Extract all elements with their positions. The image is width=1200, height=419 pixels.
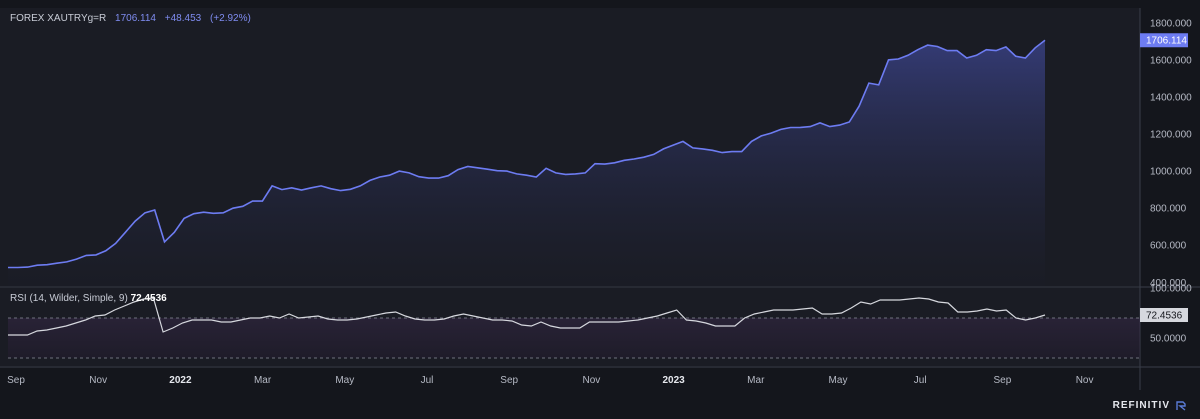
x-tick-label: Jul	[914, 375, 927, 386]
chart-svg: 1800.000 1600.000 1400.000 1200.000 1000.000…	[0, 8, 1200, 390]
price-y-tick-label: 800.000	[1150, 204, 1187, 215]
x-tick-label: Mar	[747, 375, 765, 386]
x-axis-labels: Sep Nov 2022 Mar May Jul Sep Nov 2023 Mar May Jul Se…	[7, 375, 1093, 386]
x-tick-label: Nov	[89, 375, 107, 386]
brand-name: REFINITIV	[1112, 400, 1170, 411]
chart-area: 1800.000 1600.000 1400.000 1200.000 1000.000…	[0, 0, 1200, 414]
x-tick-label: Mar	[254, 375, 272, 386]
x-tick-label: 2023	[662, 375, 685, 386]
x-tick-label: May	[829, 375, 848, 386]
x-tick-label: Sep	[994, 375, 1012, 386]
rsi-last-label: 72.4536	[1146, 311, 1183, 322]
x-tick-label: May	[335, 375, 354, 386]
price-y-tick-label: 1200.000	[1150, 130, 1192, 141]
price-change-pct: (+2.92%)	[209, 13, 251, 24]
x-tick-label: Nov	[583, 375, 601, 386]
rsi-axis-panel	[1140, 288, 1200, 366]
x-tick-label: Nov	[1076, 375, 1094, 386]
x-tick-label: Jul	[421, 375, 434, 386]
price-y-tick-label: 1400.000	[1150, 92, 1192, 103]
price-y-tick-label: 1000.000	[1150, 167, 1192, 178]
x-tick-label: 2022	[169, 375, 192, 386]
price-y-tick-label: 1600.000	[1150, 55, 1192, 66]
symbol-header: FOREX XAUTRYg=R 1706.114 +48.453 (+2.92%…	[10, 13, 251, 24]
rsi-label: RSI (14, Wilder, Simple, 9)	[10, 293, 128, 304]
x-tick-label: Sep	[7, 375, 25, 386]
last-price: 1706.114	[115, 13, 156, 24]
rsi-band	[8, 318, 1140, 358]
rsi-y-tick-label: 100.0000	[1150, 284, 1192, 295]
rsi-y-tick-label: 50.0000	[1150, 334, 1187, 345]
price-change: +48.453	[164, 13, 202, 24]
refinitiv-logo-icon	[1176, 400, 1186, 411]
brand-logo: REFINITIV	[1113, 400, 1186, 411]
rsi-header: RSI (14, Wilder, Simple, 9) 72.4536	[10, 293, 167, 304]
price-y-tick-label: 600.000	[1150, 241, 1187, 252]
price-y-tick-label: 1800.000	[1150, 18, 1192, 29]
x-tick-label: Sep	[500, 375, 518, 386]
rsi-current-value: 72.4536	[130, 293, 167, 304]
symbol-name: FOREX XAUTRYg=R	[10, 13, 107, 24]
price-last-label: 1706.114	[1146, 36, 1187, 47]
